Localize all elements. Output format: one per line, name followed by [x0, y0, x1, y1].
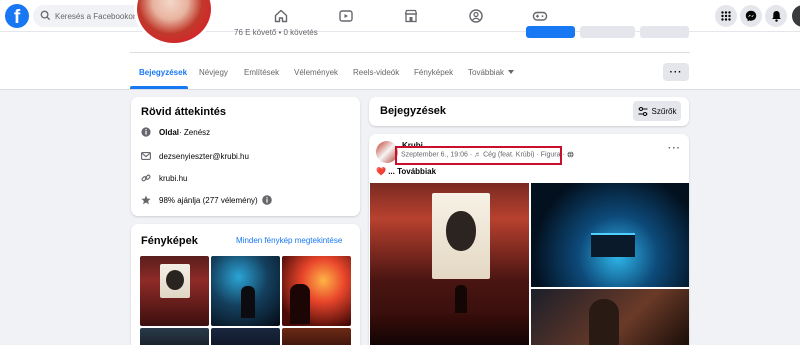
star-icon — [141, 195, 151, 205]
home-icon[interactable] — [271, 6, 291, 26]
photo-thumbnail[interactable] — [140, 256, 209, 326]
tab-about[interactable]: Névjegy — [199, 68, 228, 77]
filter-button[interactable]: Szűrők — [633, 101, 681, 121]
stage-floor-shape — [370, 313, 529, 345]
facebook-logo[interactable]: f — [5, 4, 29, 28]
link-icon — [141, 173, 151, 183]
performer-shape — [455, 285, 467, 315]
tab-posts[interactable]: Bejegyzések — [139, 68, 187, 77]
website-link[interactable]: krubi.hu — [159, 174, 187, 183]
page-type-label: Oldal — [159, 127, 180, 137]
photo-performer-shape — [241, 286, 255, 318]
heart-icon: ❤️ — [376, 167, 386, 176]
profile-photo[interactable] — [134, 0, 214, 46]
photo-thumbnail[interactable] — [211, 328, 280, 345]
tab-more-label: Továbbiak — [468, 68, 505, 77]
filter-label: Szűrők — [651, 106, 677, 116]
tertiary-action-button[interactable] — [640, 26, 689, 38]
photo-face-shape — [166, 270, 184, 290]
secondary-action-button[interactable] — [580, 26, 635, 38]
tab-more[interactable]: Továbbiak — [468, 68, 515, 77]
page-type-row: Oldal · Zenész — [141, 127, 210, 137]
stage-light-shape — [591, 233, 635, 257]
tab-mentions[interactable]: Említések — [244, 68, 279, 77]
email-row: dezsenyieszter@krubi.hu — [141, 151, 249, 161]
followers-count[interactable]: 76 E követő • 0 követés — [234, 28, 318, 37]
post-image-main[interactable] — [370, 183, 529, 345]
email-address[interactable]: dezsenyieszter@krubi.hu — [159, 152, 249, 161]
banner-face-shape — [446, 211, 476, 251]
photo-thumbnail[interactable] — [282, 328, 351, 345]
post-image-top-right[interactable] — [531, 183, 689, 287]
groups-icon[interactable] — [466, 6, 486, 26]
video-icon[interactable] — [336, 6, 356, 26]
see-more-link[interactable]: ... Továbbiak — [388, 167, 436, 176]
caret-down-icon — [508, 70, 515, 75]
tab-photos[interactable]: Fényképek — [414, 68, 453, 77]
intro-card: Rövid áttekintés Oldal · Zenész dezsenyi… — [131, 97, 360, 216]
highlight-annotation-box — [395, 146, 562, 165]
intro-title: Rövid áttekintés — [141, 106, 226, 118]
more-options-button[interactable]: ··· — [663, 63, 689, 81]
post-text: ❤️ ... Továbbiak — [376, 167, 436, 176]
post-options-button[interactable]: ··· — [668, 143, 681, 154]
photo-thumbnail[interactable] — [140, 328, 209, 345]
photos-card: Fényképek Minden fénykép megtekintése — [131, 224, 360, 345]
post-image-bottom-right[interactable] — [531, 289, 689, 345]
account-avatar[interactable] — [792, 5, 800, 27]
see-all-photos-link[interactable]: Minden fénykép megtekintése — [236, 236, 342, 245]
website-row: krubi.hu — [141, 173, 187, 183]
photo-thumbnail[interactable] — [211, 256, 280, 326]
header-divider — [130, 52, 690, 53]
page-category[interactable]: · Zenész — [179, 128, 210, 137]
rating-row: 98% ajánlja (277 vélemény) — [141, 195, 272, 205]
rating-text[interactable]: 98% ajánlja (277 vélemény) — [159, 196, 258, 205]
email-icon — [141, 151, 151, 161]
profile-header: 76 E követő • 0 követés Bejegyzések Névj… — [0, 0, 800, 90]
marketplace-icon[interactable] — [401, 6, 421, 26]
performer-shape — [589, 299, 619, 345]
globe-icon — [567, 151, 574, 158]
tab-reels[interactable]: Reels-videók — [353, 68, 399, 77]
gaming-icon[interactable] — [530, 6, 550, 26]
notifications-bell-icon[interactable] — [765, 5, 787, 27]
info-circle-icon[interactable] — [261, 195, 272, 205]
posts-title: Bejegyzések — [380, 105, 447, 117]
photos-title[interactable]: Fényképek — [141, 235, 198, 247]
primary-action-button[interactable] — [526, 26, 575, 38]
messenger-icon[interactable] — [740, 5, 762, 27]
info-icon — [141, 127, 151, 137]
photo-thumbnail[interactable] — [282, 256, 351, 326]
photo-silhouette-shape — [290, 284, 310, 324]
search-icon — [40, 10, 51, 21]
filter-sliders-icon — [638, 106, 648, 116]
active-tab-indicator — [130, 86, 188, 89]
tab-reviews[interactable]: Vélemények — [294, 68, 338, 77]
menu-grid-icon[interactable] — [715, 5, 737, 27]
